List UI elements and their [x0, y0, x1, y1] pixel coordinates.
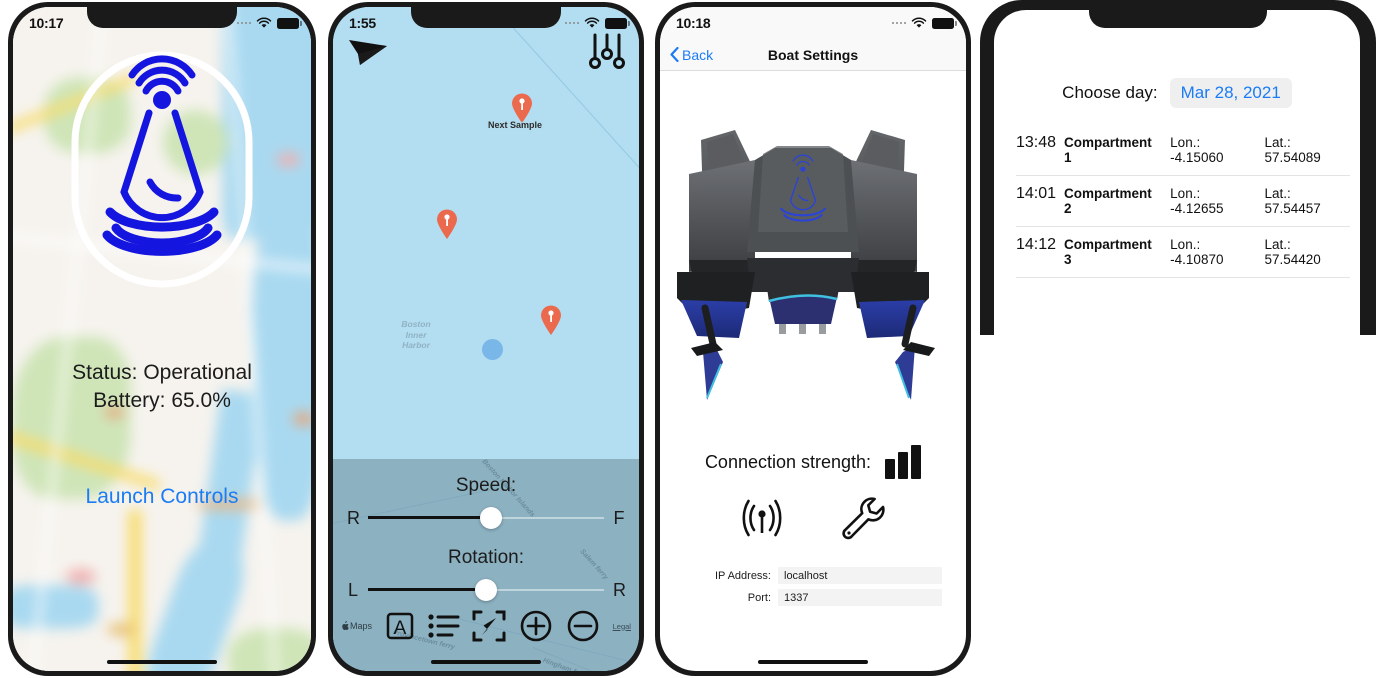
map-pin-sample[interactable]	[540, 305, 562, 335]
sample-compartment: Compartment 1	[1064, 135, 1152, 165]
boat-image	[677, 130, 935, 400]
antenna-signal-icon[interactable]	[739, 497, 785, 539]
paper-plane-icon[interactable]	[347, 35, 389, 69]
connection-strength-label: Connection strength:	[704, 451, 872, 472]
port-field[interactable]: 1337	[778, 589, 942, 606]
back-label: Back	[682, 46, 714, 63]
table-row[interactable]: 14:01 Compartment 2 Lon.: -4.12655 Lat.:…	[1016, 176, 1350, 227]
date-picker-button[interactable]: Mar 28, 2021	[1169, 78, 1292, 108]
phone-2-screen: Boston Harbor Islands Salem ferry Provin…	[333, 7, 639, 671]
map-pin-sample[interactable]	[436, 209, 458, 239]
speed-max-label: F	[613, 507, 625, 528]
speed-label: Speed:	[455, 475, 517, 496]
speed-slider[interactable]: R F	[333, 507, 639, 529]
port-label: Port:	[747, 591, 771, 604]
svg-text:A: A	[393, 618, 406, 639]
choose-day-label: Choose day:	[1062, 83, 1158, 102]
rotation-slider-thumb[interactable]	[475, 579, 497, 601]
home-indicator[interactable]	[758, 660, 868, 664]
battery-text: Battery: 65.0%	[93, 389, 231, 413]
notch	[87, 2, 237, 28]
maps-label: Maps	[350, 621, 373, 631]
rotation-slider[interactable]: L R	[333, 579, 639, 601]
settings-icon-row	[660, 497, 966, 543]
speed-slider-thumb[interactable]	[479, 507, 502, 529]
signal-bars-icon	[885, 445, 922, 479]
battery-icon	[932, 17, 957, 29]
ip-address-label: IP Address:	[714, 569, 771, 582]
port-row: Port: 1337	[660, 589, 966, 606]
sample-longitude: Lon.: -4.12655	[1170, 186, 1224, 216]
boat-status-block: Status: Operational Battery: 65.0%	[13, 359, 311, 416]
phone-4-screen: Choose day: Mar 28, 2021 13:48 Compartme…	[994, 10, 1360, 335]
apple-maps-attribution: Maps	[341, 621, 372, 631]
nav-bar: Back Boat Settings	[660, 39, 966, 71]
sample-longitude: Lon.: -4.15060	[1170, 135, 1224, 165]
text-size-a-icon[interactable]: A	[385, 611, 415, 641]
sample-latitude: Lat.: 57.54457	[1264, 186, 1321, 216]
choose-day-row: Choose day: Mar 28, 2021	[994, 78, 1360, 108]
sliders-settings-icon[interactable]	[589, 33, 625, 71]
map-pin-next-sample[interactable]	[511, 93, 533, 123]
screenshot-stage: 10:17 Status: Operational Battery: 65.0%…	[0, 0, 1376, 678]
samples-list: 13:48 Compartment 1 Lon.: -4.15060 Lat.:…	[1016, 125, 1350, 278]
status-time: 10:18	[676, 15, 711, 31]
sample-latitude: Lat.: 57.54420	[1264, 237, 1321, 267]
apple-logo-icon	[342, 621, 349, 630]
sample-time: 13:48	[1016, 134, 1057, 151]
rotation-label: Rotation:	[447, 547, 525, 568]
rotation-min-label: L	[347, 579, 358, 600]
notch	[411, 2, 561, 28]
back-button[interactable]: Back	[670, 47, 713, 63]
phone-1-screen: 10:17 Status: Operational Battery: 65.0%…	[13, 7, 311, 671]
signal-dots-icon	[891, 21, 906, 25]
wifi-icon	[911, 17, 927, 28]
status-text: Status: Operational	[72, 361, 252, 384]
table-row[interactable]: 14:12 Compartment 3 Lon.: -4.10870 Lat.:…	[1016, 227, 1350, 278]
phone-3-screen: 10:18 Back Boat Settings Connection stre…	[660, 7, 966, 671]
connection-fields: IP Address: localhost Port: 1337	[660, 567, 966, 611]
legal-link[interactable]: Legal	[613, 622, 631, 631]
map-pin-label: Next Sample	[488, 120, 543, 130]
notch	[1089, 0, 1267, 28]
launch-controls-button[interactable]: Launch Controls	[13, 485, 311, 509]
phone-3-boat-settings: 10:18 Back Boat Settings Connection stre…	[655, 2, 971, 676]
phone-2-controls: Boston Harbor Islands Salem ferry Provin…	[328, 2, 644, 676]
sample-longitude: Lon.: -4.10870	[1170, 237, 1224, 267]
sample-compartment: Compartment 3	[1064, 237, 1152, 267]
home-indicator[interactable]	[431, 660, 541, 664]
notch	[738, 2, 888, 28]
chevron-left-icon	[670, 47, 679, 62]
table-row[interactable]: 13:48 Compartment 1 Lon.: -4.15060 Lat.:…	[1016, 125, 1350, 176]
wrench-icon[interactable]	[841, 497, 887, 543]
sample-time: 14:12	[1016, 236, 1057, 253]
list-icon[interactable]	[427, 612, 460, 640]
home-indicator[interactable]	[107, 660, 217, 664]
app-logo	[67, 47, 257, 297]
ip-address-row: IP Address: localhost	[660, 567, 966, 584]
phone-4-samples-list: Choose day: Mar 28, 2021 13:48 Compartme…	[980, 0, 1376, 335]
zoom-out-icon[interactable]	[566, 609, 600, 643]
ip-address-field[interactable]: localhost	[778, 567, 942, 584]
rotation-max-label: R	[613, 579, 626, 600]
sample-latitude: Lat.: 57.54089	[1264, 135, 1321, 165]
sample-compartment: Compartment 2	[1064, 186, 1152, 216]
speed-min-label: R	[347, 507, 360, 528]
locate-brackets-icon[interactable]	[472, 609, 506, 643]
boat-position-dot[interactable]	[482, 339, 503, 360]
sea-area-label: Boston Inner Harbor	[401, 319, 431, 351]
connection-strength-row: Connection strength:	[660, 445, 966, 479]
zoom-in-icon[interactable]	[519, 609, 553, 643]
map-toolbar: Maps A Legal	[333, 605, 639, 647]
phone-1-splash: 10:17 Status: Operational Battery: 65.0%…	[8, 2, 316, 676]
sample-time: 14:01	[1016, 185, 1057, 202]
